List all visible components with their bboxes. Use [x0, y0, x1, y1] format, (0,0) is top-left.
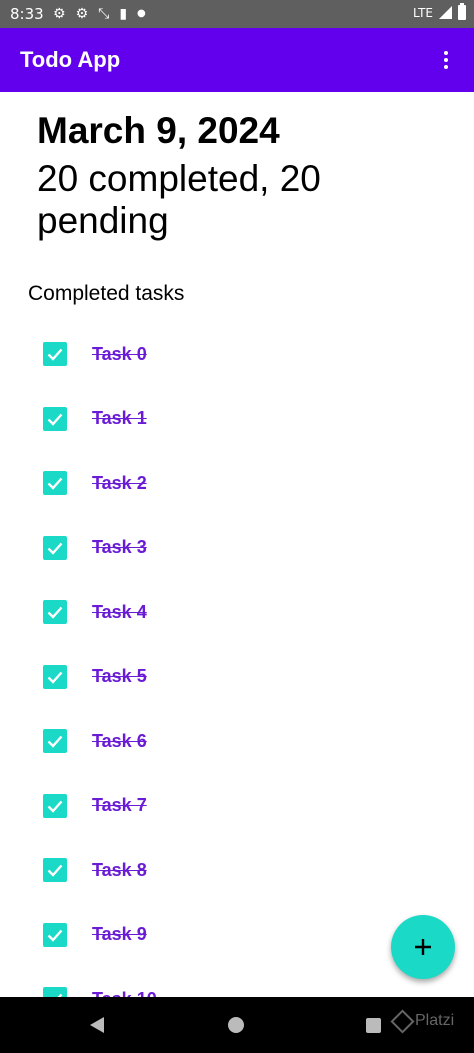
gear-icon: ⚙	[75, 6, 89, 22]
task-row[interactable]: Task 8	[0, 838, 474, 903]
task-row[interactable]: Task 1	[0, 387, 474, 452]
task-label: Task 8	[92, 859, 147, 880]
battery-icon	[458, 3, 466, 20]
section-title: Completed tasks	[28, 282, 185, 305]
notification-icons: ⚙ ⚙ ⤡ ▮ ●	[53, 5, 146, 23]
check-icon	[47, 348, 63, 361]
watermark: Platzi	[390, 1008, 455, 1034]
task-summary: 20 completed, 20 pending	[37, 158, 321, 241]
task-checkbox[interactable]	[43, 535, 67, 560]
task-label: Task 0	[92, 343, 147, 364]
task-list[interactable]: Task 0 Task 1 Task 2 Task 3 Task 4 Task 5 Task…	[0, 322, 474, 997]
dot-icon: ●	[137, 8, 146, 19]
task-label: Task 6	[92, 730, 147, 751]
task-row[interactable]: Task 5	[0, 645, 474, 710]
nav-bar: Platzi	[0, 997, 474, 1053]
task-label: Task 3	[92, 537, 147, 558]
task-label: Task 1	[92, 408, 147, 429]
task-checkbox[interactable]	[43, 471, 67, 496]
task-label: Task 10	[92, 989, 157, 997]
check-icon	[47, 929, 63, 942]
check-icon	[47, 413, 63, 426]
check-icon	[47, 477, 63, 490]
gear-icon: ⚙	[53, 6, 66, 22]
task-checkbox[interactable]	[43, 922, 67, 947]
check-icon	[57, 993, 63, 997]
status-time: 8:33	[10, 5, 44, 23]
task-row[interactable]: Task 0	[0, 322, 474, 387]
signal-icon	[439, 6, 452, 19]
platzi-logo-icon	[390, 1008, 415, 1034]
network-type: LTE	[413, 5, 433, 20]
sd-card-icon: ▮	[119, 6, 128, 22]
date-title: March 9, 2024	[37, 110, 280, 151]
task-row[interactable]: Task 3	[0, 516, 474, 581]
check-icon	[47, 542, 63, 555]
task-label: Task 7	[92, 795, 147, 816]
check-icon	[47, 800, 63, 813]
back-icon[interactable]	[88, 1016, 106, 1034]
task-checkbox[interactable]	[43, 987, 67, 997]
link-icon: ⤡	[98, 6, 110, 22]
task-checkbox[interactable]	[43, 342, 67, 367]
plus-icon	[415, 939, 431, 955]
task-checkbox[interactable]	[43, 858, 67, 883]
status-bar: 8:33 ⚙ ⚙ ⤡ ▮ ● LTE	[0, 0, 474, 28]
app-title: Todo App	[20, 47, 121, 72]
app-bar: Todo App	[0, 28, 474, 92]
task-row[interactable]: Task 4	[0, 580, 474, 645]
task-row[interactable]: Task 2	[0, 451, 474, 516]
task-label: Task 2	[92, 472, 147, 493]
check-icon	[47, 671, 63, 684]
task-row[interactable]: Task 7	[0, 774, 474, 839]
check-icon	[47, 606, 63, 619]
check-icon	[47, 735, 63, 748]
task-checkbox[interactable]	[43, 729, 67, 754]
status-right: LTE	[413, 3, 466, 20]
task-checkbox[interactable]	[43, 406, 67, 431]
task-label: Task 5	[92, 666, 147, 687]
more-vert-icon[interactable]	[434, 48, 458, 72]
check-icon	[47, 864, 63, 877]
task-label: Task 4	[92, 601, 147, 622]
task-checkbox[interactable]	[43, 600, 67, 625]
task-label: Task 9	[92, 924, 147, 945]
add-task-button[interactable]	[391, 915, 455, 979]
task-checkbox[interactable]	[43, 793, 67, 818]
recents-icon[interactable]	[366, 1018, 381, 1033]
home-icon[interactable]	[228, 1017, 244, 1033]
task-row[interactable]: Task 6	[0, 709, 474, 774]
task-checkbox[interactable]	[43, 664, 67, 689]
watermark-text: Platzi	[415, 1012, 455, 1029]
